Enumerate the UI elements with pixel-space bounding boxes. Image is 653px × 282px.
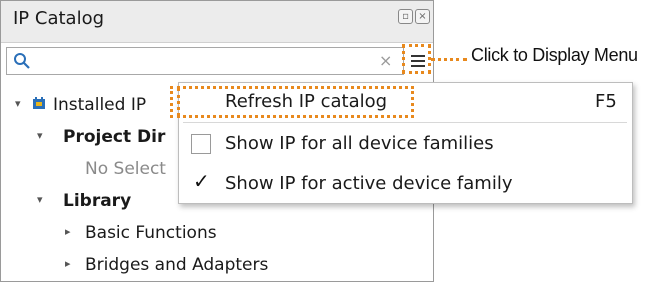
collapse-icon[interactable]: ▾ [37,129,43,142]
collapse-icon[interactable]: ▾ [15,97,21,110]
tree-label-library: Library [63,191,132,211]
ip-core-icon [33,97,45,109]
tree-label-project-dir: Project Dir [63,127,166,147]
collapse-icon[interactable]: ▾ [37,193,43,206]
menu-item-show-all-label: Show IP for all device families [225,133,494,154]
menu-item-show-all-families[interactable]: Show IP for all device families [179,125,632,163]
tree-label-installed-ip: Installed IP [53,95,147,115]
close-icon[interactable]: × [415,9,430,24]
menu-separator [183,122,627,123]
search-icon [14,53,30,69]
tree-label-bridges-adapters: Bridges and Adapters [85,255,269,275]
callout-leader-line [431,58,467,61]
show-all-checkbox[interactable] [191,134,211,154]
expand-icon[interactable]: ▸ [65,225,71,238]
restore-icon[interactable]: ▫ [398,9,413,24]
callout-text: Click to Display Menu [471,45,638,65]
menu-item-show-active-family[interactable]: ✓ Show IP for active device family [179,165,632,203]
menu-button-highlight [402,44,431,74]
panel-title: IP Catalog [13,8,105,29]
search-input[interactable]: × [6,47,404,75]
expand-icon[interactable]: ▸ [65,257,71,270]
tree-label-basic-functions: Basic Functions [85,223,217,243]
menu-item-show-active-label: Show IP for active device family [225,173,513,194]
tree-label-no-select: No Select [85,159,166,179]
clear-search-icon[interactable]: × [379,51,392,70]
refresh-highlight [170,86,414,118]
panel-titlebar: IP Catalog ▫ × [1,1,433,43]
menu-item-refresh-shortcut: F5 [595,91,617,112]
checkmark-icon[interactable]: ✓ [193,169,210,193]
